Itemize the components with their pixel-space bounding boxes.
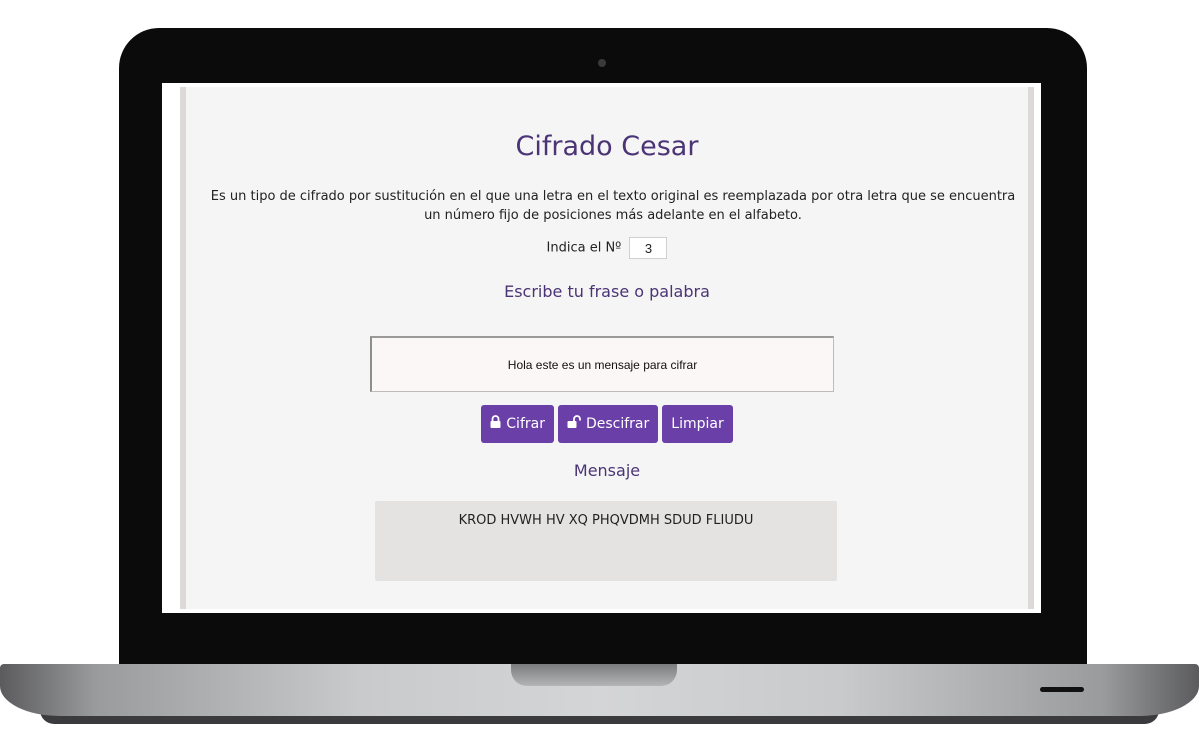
page-description: Es un tipo de cifrado por sustitución en…	[210, 189, 1016, 223]
decrypt-button-label: Descifrar	[585, 416, 650, 432]
clear-button[interactable]: Limpiar	[662, 405, 733, 443]
decrypt-button[interactable]: Descifrar	[557, 405, 659, 443]
shift-label: Indica el Nº	[546, 240, 622, 256]
unlock-icon	[567, 405, 581, 443]
shift-input[interactable]: 3	[629, 237, 668, 259]
shift-row: Indica el Nº 3	[186, 237, 1028, 259]
output-text: KROD HVWH HV XQ PHQVDMH SDUD FLIUDU	[458, 513, 754, 528]
clear-button-label: Limpiar	[671, 416, 724, 432]
message-input[interactable]: Hola este es un mensaje para cifrar	[370, 336, 834, 392]
action-buttons: Cifrar Descifrar Limpiar	[186, 405, 1028, 443]
content-panel: Cifrado Cesar Es un tipo de cifrado por …	[180, 87, 1034, 609]
laptop-indicator	[1040, 687, 1084, 692]
encrypt-button[interactable]: Cifrar	[481, 405, 554, 443]
message-input-text: Hola este es un mensaje para cifrar	[507, 357, 698, 372]
encrypt-button-label: Cifrar	[506, 416, 545, 432]
output-box: KROD HVWH HV XQ PHQVDMH SDUD FLIUDU	[375, 501, 837, 581]
laptop-screen: Cifrado Cesar Es un tipo de cifrado por …	[162, 83, 1041, 613]
lock-icon	[490, 405, 501, 443]
camera-icon	[598, 59, 606, 67]
message-title: Mensaje	[573, 461, 641, 480]
page-title: Cifrado Cesar	[515, 131, 699, 162]
prompt-label: Escribe tu frase o palabra	[504, 282, 710, 301]
laptop-notch	[511, 664, 677, 686]
